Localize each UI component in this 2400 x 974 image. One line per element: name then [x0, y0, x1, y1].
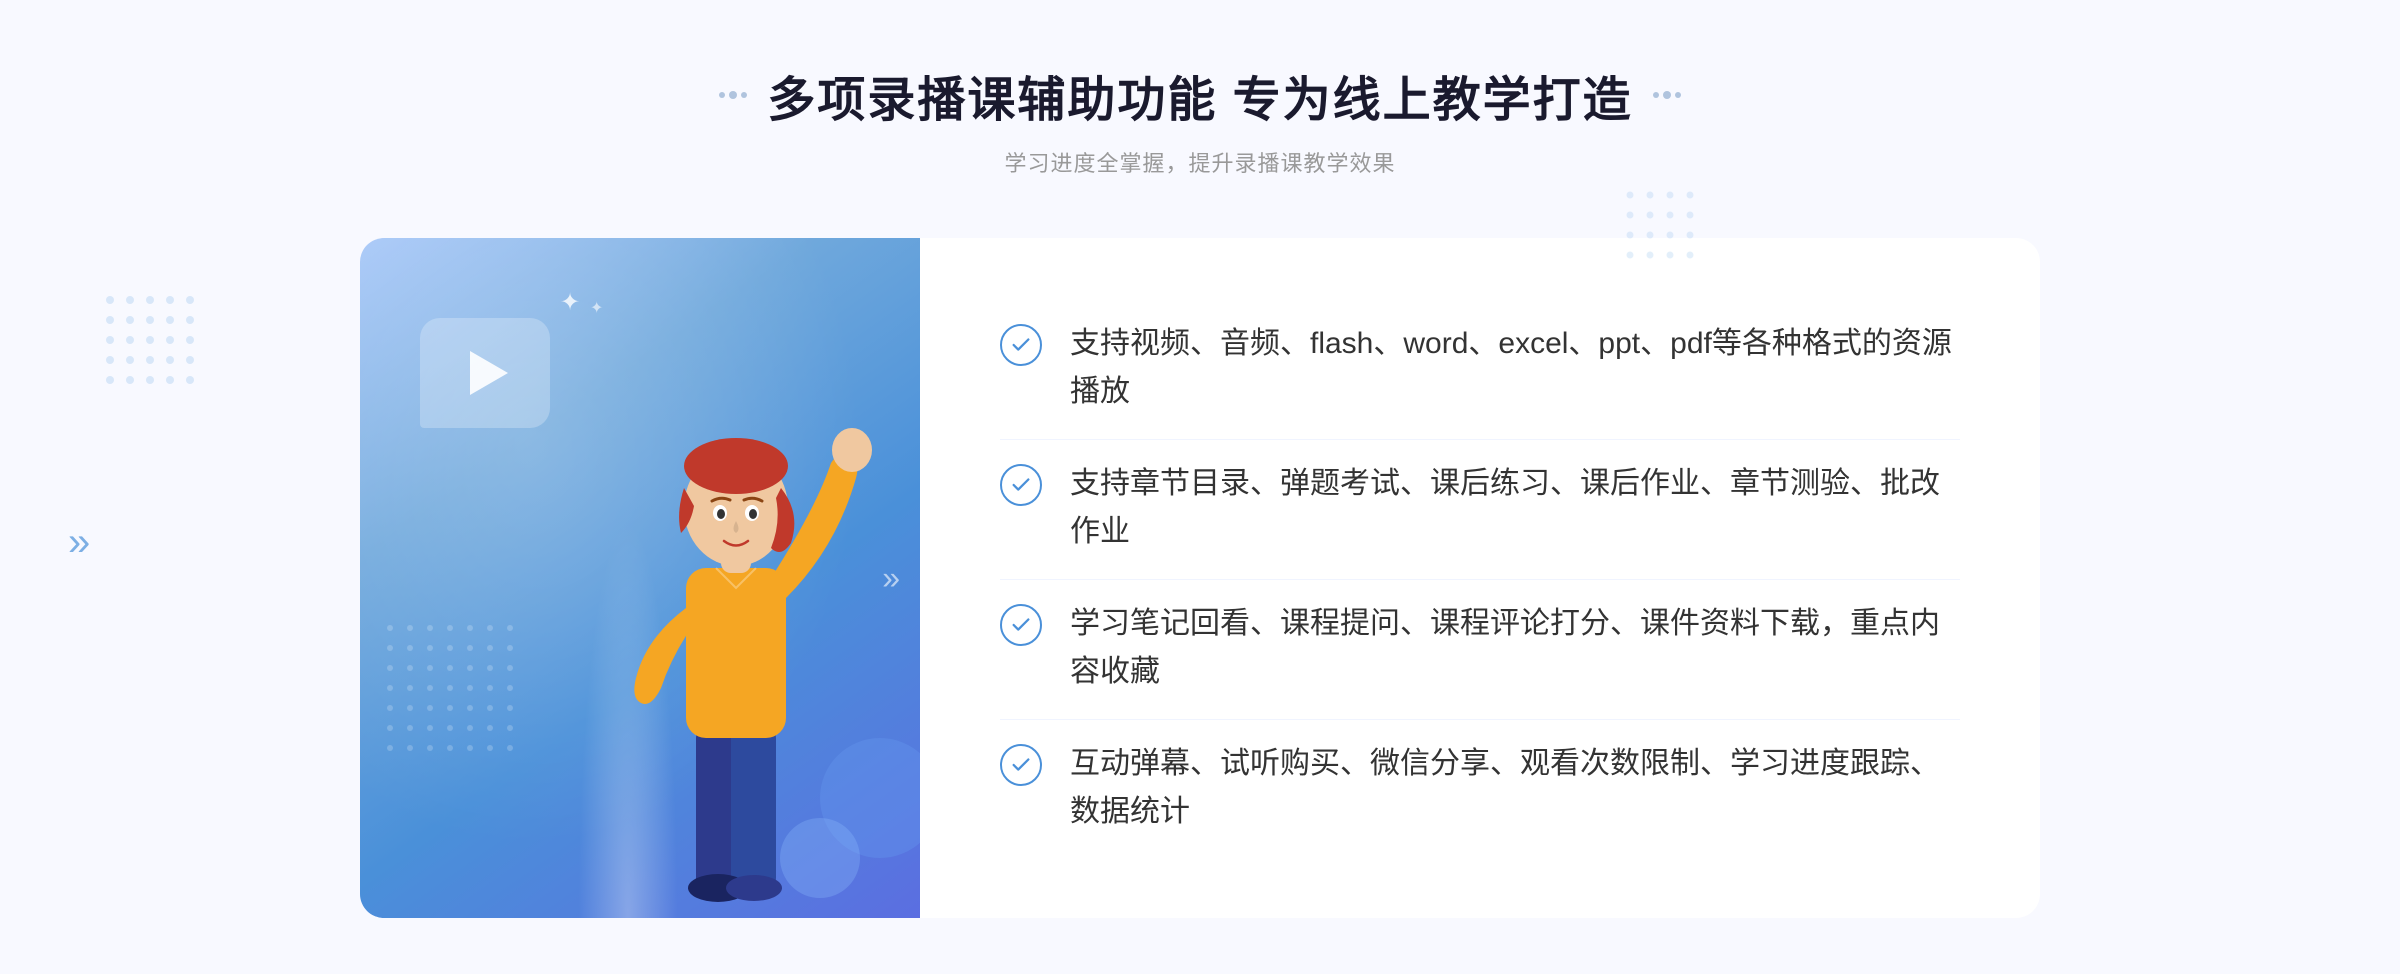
feature-item-2: 支持章节目录、弹题考试、课后练习、课后作业、章节测验、批改作业 [1000, 439, 1960, 576]
header-title-row: 多项录播课辅助功能 专为线上教学打造 [719, 60, 1680, 130]
feature-item-1: 支持视频、音频、flash、word、excel、ppt、pdf等各种格式的资源… [1000, 300, 1960, 436]
feature-item-4: 互动弹幕、试听购买、微信分享、观看次数限制、学习进度跟踪、数据统计 [1000, 719, 1960, 856]
feature-text-2: 支持章节目录、弹题考试、课后练习、课后作业、章节测验、批改作业 [1070, 460, 1960, 556]
feature-text-3: 学习笔记回看、课程提问、课程评论打分、课件资料下载，重点内容收藏 [1070, 600, 1960, 696]
play-bubble [420, 318, 550, 428]
dot-grid-decoration [380, 618, 580, 818]
subtitle: 学习进度全掌握，提升录播课教学效果 [719, 146, 1680, 178]
person-illustration [576, 358, 896, 918]
feature-text-4: 互动弹幕、试听购买、微信分享、观看次数限制、学习进度跟踪、数据统计 [1070, 740, 1960, 836]
check-icon-3 [1000, 604, 1042, 646]
main-title: 多项录播课辅助功能 专为线上教学打造 [767, 60, 1632, 130]
play-triangle-icon [470, 351, 508, 395]
content-area: ✦ ✦ [360, 238, 2040, 918]
left-arrow-decoration: » [68, 520, 90, 565]
page-wrapper: » 多项录播课辅助功能 专为线上教学打造 学习进度全掌握，提升录播课教学效果 ✦… [0, 0, 2400, 974]
title-decorator-right [1653, 91, 1681, 99]
check-icon-1 [1000, 324, 1042, 366]
left-background-dots [100, 290, 260, 450]
illustration-card: ✦ ✦ [360, 238, 920, 918]
card-right-arrows: » [882, 560, 900, 597]
header-section: 多项录播课辅助功能 专为线上教学打造 学习进度全掌握，提升录播课教学效果 [719, 60, 1680, 178]
feature-item-3: 学习笔记回看、课程提问、课程评论打分、课件资料下载，重点内容收藏 [1000, 579, 1960, 716]
features-panel: 支持视频、音频、flash、word、excel、ppt、pdf等各种格式的资源… [920, 238, 2040, 918]
feature-text-1: 支持视频、音频、flash、word、excel、ppt、pdf等各种格式的资源… [1070, 320, 1960, 416]
title-decorator-left [719, 91, 747, 99]
check-icon-2 [1000, 464, 1042, 506]
sparkle-decoration-2: ✦ [590, 298, 603, 318]
sparkle-decoration-1: ✦ [560, 288, 580, 317]
check-icon-4 [1000, 744, 1042, 786]
right-background-dots [1620, 185, 1740, 305]
